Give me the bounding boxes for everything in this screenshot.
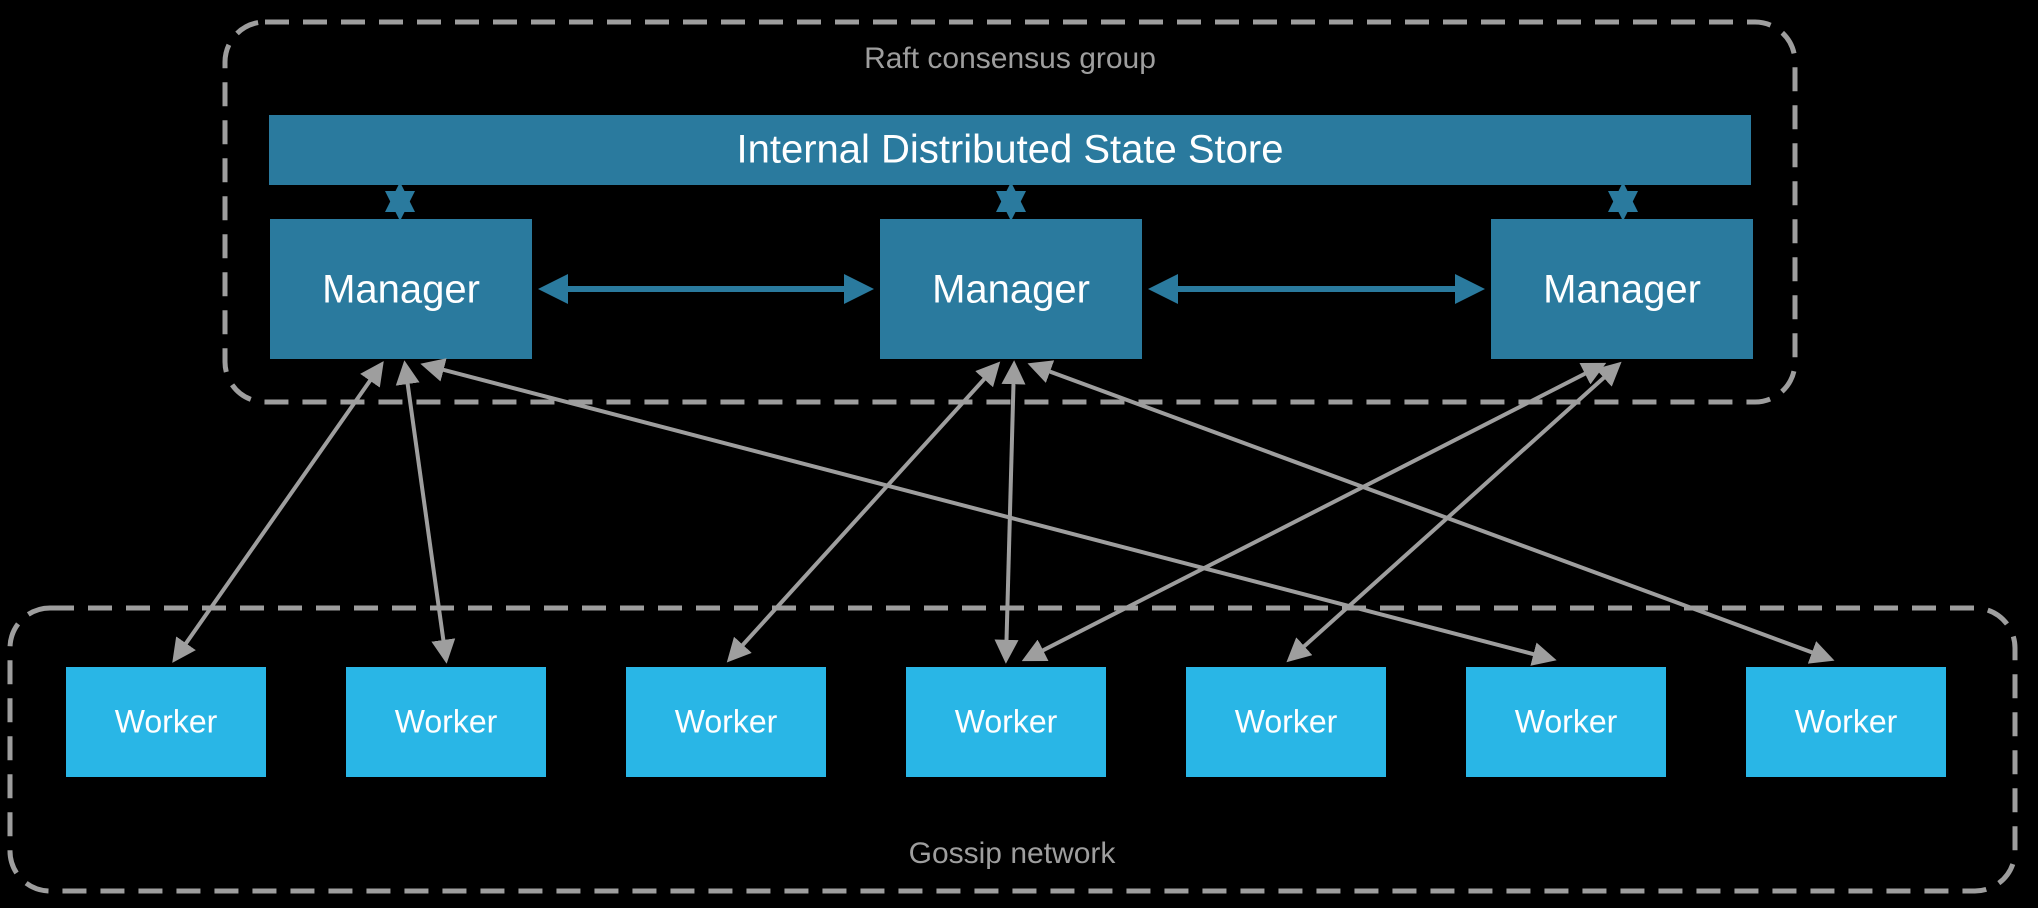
worker-label-6: Worker <box>1515 703 1618 739</box>
mgr3-wrk5-link <box>1290 365 1618 659</box>
worker-label-7: Worker <box>1795 703 1898 739</box>
mgr3-wrk4-link <box>1026 365 1602 659</box>
worker-label-4: Worker <box>955 703 1058 739</box>
mgr1-wrk1-link <box>175 365 381 659</box>
manager-label-2: Manager <box>932 268 1090 312</box>
manager-label-1: Manager <box>322 268 480 312</box>
mgr1-wrk2-link <box>405 365 446 659</box>
state-store-label: Internal Distributed State Store <box>737 128 1284 172</box>
raft-group-label: Raft consensus group <box>864 42 1156 75</box>
worker-label-5: Worker <box>1235 703 1338 739</box>
worker-label-1: Worker <box>115 703 218 739</box>
worker-label-3: Worker <box>675 703 778 739</box>
worker-label-2: Worker <box>395 703 498 739</box>
mgr2-wrk4-link <box>1006 365 1014 659</box>
mgr2-wrk7-link <box>1032 365 1830 659</box>
mgr1-wrk6-link <box>425 365 1552 659</box>
manager-label-3: Manager <box>1543 268 1701 312</box>
gossip-group-label: Gossip network <box>909 837 1117 870</box>
mgr2-wrk3-link <box>730 365 997 659</box>
